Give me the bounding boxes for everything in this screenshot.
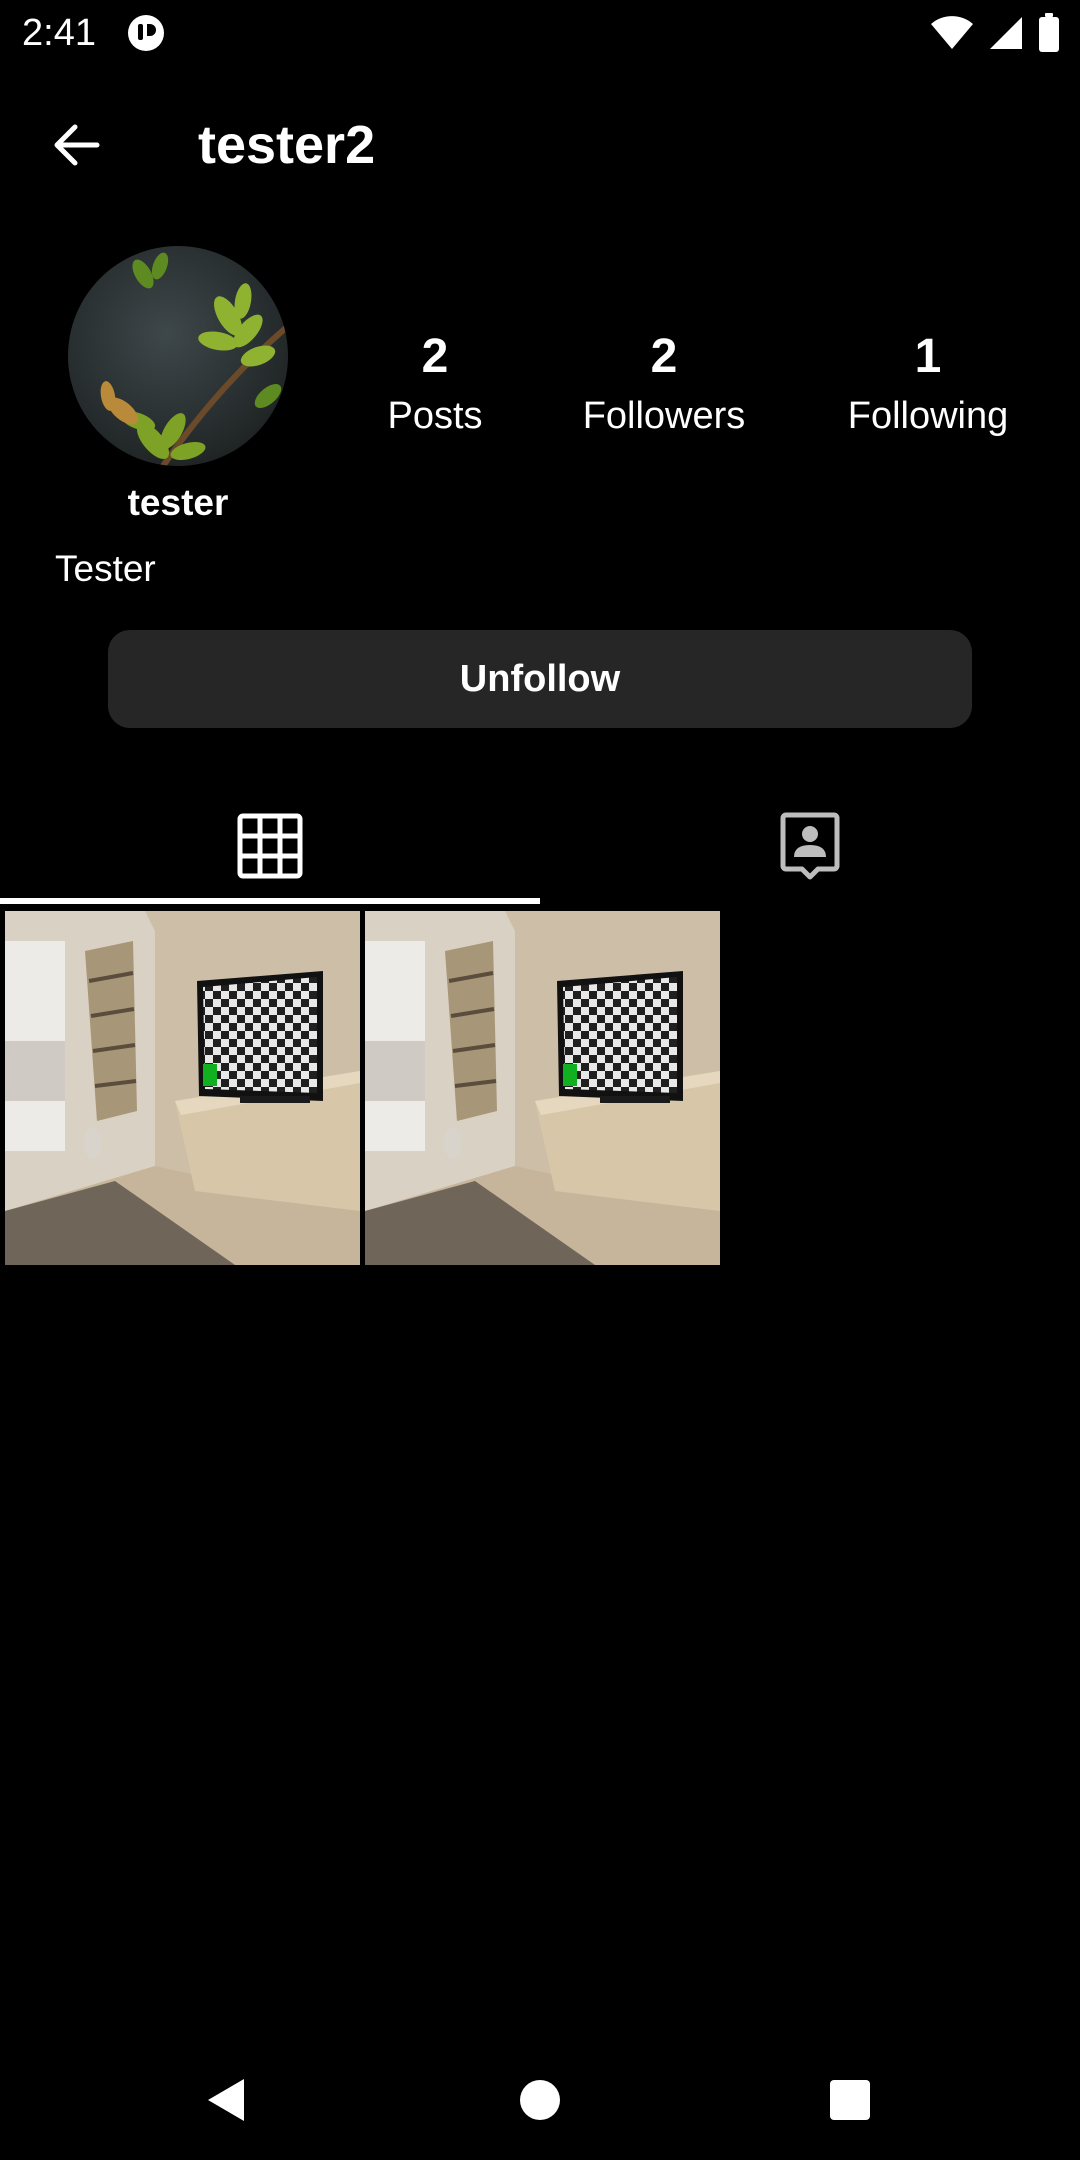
posts-label: Posts <box>387 395 483 437</box>
posts-grid <box>5 911 1075 1265</box>
app-notification-icon <box>128 15 164 51</box>
status-icons <box>930 12 1060 54</box>
arrow-left-icon <box>54 124 100 166</box>
tagged-person-icon <box>780 812 840 880</box>
wifi-icon <box>931 16 973 49</box>
posts-stat[interactable]: 2 Posts <box>315 326 555 444</box>
profile-screen: 2:41 tester2 tester Tester 2 Posts 2 Fol… <box>0 0 1080 2160</box>
status-time: 2:41 <box>22 12 96 54</box>
bio-text: Tester <box>55 548 156 589</box>
following-label: Following <box>847 395 1009 437</box>
post-thumbnail[interactable] <box>365 911 720 1265</box>
display-name: tester <box>127 482 229 523</box>
tab-posts-grid[interactable] <box>0 786 540 906</box>
avatar[interactable] <box>68 246 288 466</box>
nav-home-icon <box>520 2080 560 2120</box>
tab-selected-indicator <box>0 898 540 904</box>
nav-back-icon <box>208 2079 244 2121</box>
post-image <box>5 911 360 1265</box>
nav-home-button[interactable] <box>500 2060 580 2140</box>
post-thumbnail[interactable] <box>5 911 360 1265</box>
following-count: 1 <box>914 330 942 383</box>
following-stat[interactable]: 1 Following <box>808 326 1048 444</box>
battery-icon <box>1039 13 1059 52</box>
post-image <box>365 911 720 1265</box>
grid-icon <box>237 813 303 879</box>
top-app-bar: tester2 <box>0 90 1080 200</box>
followers-stat[interactable]: 2 Followers <box>544 326 784 444</box>
posts-count: 2 <box>421 330 449 383</box>
followers-label: Followers <box>582 395 746 437</box>
followers-count: 2 <box>650 330 678 383</box>
nav-back-button[interactable] <box>186 2060 266 2140</box>
avatar-image <box>68 246 288 466</box>
tab-tagged[interactable] <box>540 786 1080 906</box>
back-button[interactable] <box>36 112 116 178</box>
nav-recents-icon <box>830 2080 870 2120</box>
status-bar: 2:41 <box>0 0 1080 66</box>
system-nav-bar <box>0 2040 1080 2160</box>
unfollow-button[interactable]: Unfollow <box>108 630 972 728</box>
cell-signal-icon <box>990 17 1022 49</box>
nav-recents-button[interactable] <box>810 2060 890 2140</box>
page-title: tester2 <box>198 115 376 175</box>
